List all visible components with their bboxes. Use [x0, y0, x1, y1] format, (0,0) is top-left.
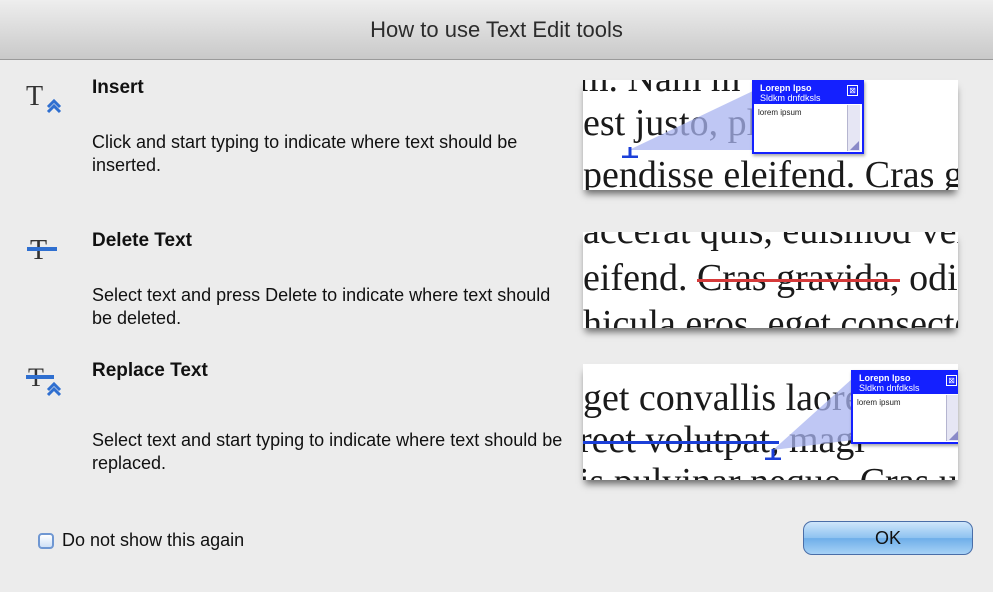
deleted-text: Cras gravida, [696, 257, 900, 299]
replace-example-image: get convallis laore reet volutpat, magi … [583, 364, 958, 480]
note-header: Lorepn lpso Sldkm dnfdksls ⊠ [754, 82, 862, 104]
insert-text-icon: T [26, 81, 62, 114]
note-header-subtitle: Sldkm dnfdksls [859, 383, 920, 393]
delete-example-image: accerat quis, euismod vel, eifend. Cras … [583, 232, 958, 328]
note-body: lorem ipsum [857, 398, 901, 407]
do-not-show-again[interactable]: Do not show this again [38, 530, 244, 551]
note-header-title: Lorepn lpso [859, 373, 911, 383]
do-not-show-again-checkbox[interactable] [38, 532, 54, 549]
note-close-icon: ⊠ [946, 375, 957, 386]
note-scrollbar [847, 105, 860, 151]
note-body: lorem ipsum [758, 108, 802, 117]
insert-title: Insert [92, 77, 144, 98]
insert-caret-icon [622, 147, 638, 158]
comment-note: Lorepn lpso Sldkm dnfdksls ⊠ lorem ipsum [752, 80, 864, 154]
replace-description: Select text and start typing to indicate… [92, 430, 563, 473]
sample-line: eifend. Cras gravida, odic [583, 259, 958, 297]
delete-title: Delete Text [92, 230, 192, 251]
insert-description: Click and start typing to indicate where… [92, 132, 518, 175]
sample-line: accerat quis, euismod vel, [583, 232, 958, 250]
replace-title: Replace Text [92, 360, 208, 381]
title-bar: How to use Text Edit tools [0, 0, 993, 60]
ok-button[interactable]: OK [803, 521, 973, 555]
svg-text:T: T [26, 81, 43, 112]
delete-text-icon: T [27, 235, 57, 266]
replace-text-icon: T [26, 363, 62, 397]
insert-example-image: m. Nam m est justo, pl pendisse eleifend… [583, 80, 958, 190]
do-not-show-again-label[interactable]: Do not show this again [62, 530, 244, 551]
comment-note: Lorepn lpso Sldkm dnfdksls ⊠ lorem ipsum [851, 370, 958, 444]
sample-text: eifend. [583, 257, 688, 299]
note-scrollbar [946, 395, 958, 441]
window-title: How to use Text Edit tools [370, 16, 623, 42]
sample-line: hicula eros, eget consecte [583, 303, 958, 328]
sample-text: odic [909, 257, 958, 299]
insert-caret-icon [765, 449, 781, 460]
note-close-icon: ⊠ [847, 85, 858, 96]
note-header: Lorepn lpso Sldkm dnfdksls ⊠ [853, 372, 958, 394]
delete-description: Select text and press Delete to indicate… [92, 285, 551, 328]
